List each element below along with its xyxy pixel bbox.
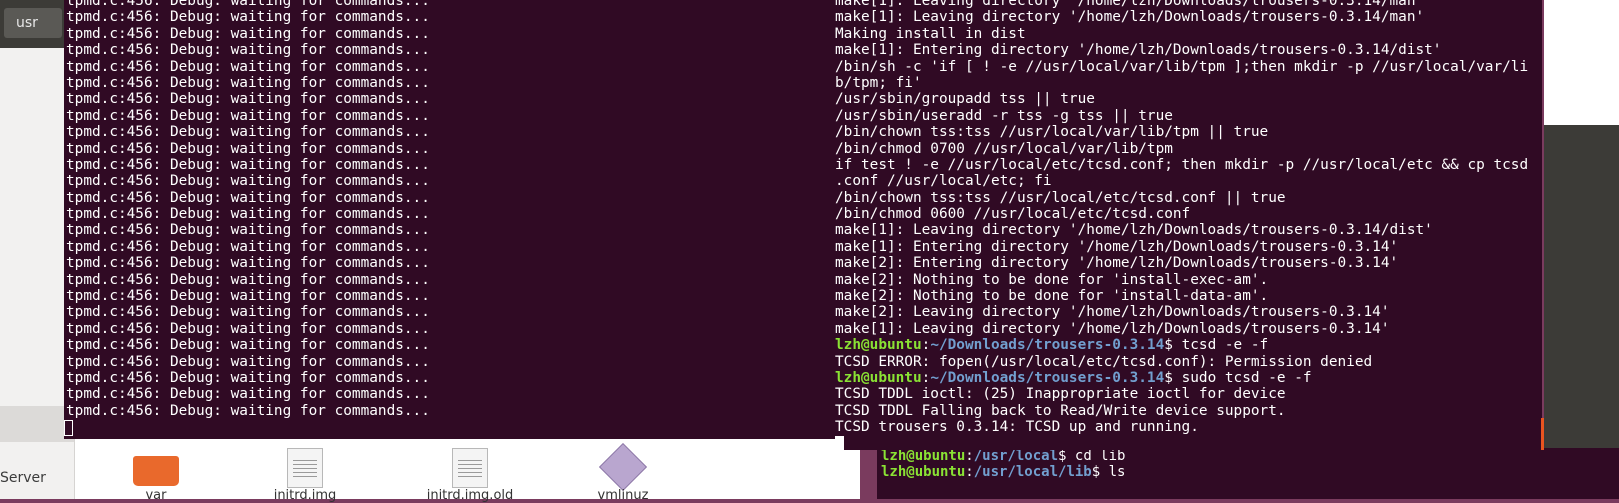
terminal-line: tpmd.c:456: Debug: waiting for commands.… (66, 402, 430, 419)
terminal-line: TCSD ERROR: fopen(/usr/local/etc/tcsd.co… (835, 353, 1373, 370)
terminal-line: tpmd.c:456: Debug: waiting for commands.… (66, 74, 430, 91)
terminal-line: tpmd.c:456: Debug: waiting for commands.… (66, 124, 430, 141)
terminal-line: tpmd.c:456: Debug: waiting for commands.… (66, 9, 430, 26)
command-text: $ ls (1091, 464, 1126, 480)
prompt-path: ~/Downloads/trousers-0.3.14 (930, 337, 1165, 354)
terminal-line: tpmd.c:456: Debug: waiting for commands.… (66, 238, 430, 255)
terminal-line: make[2]: Nothing to be done for 'install… (835, 288, 1269, 305)
terminal-line: make[1]: Leaving directory '/home/lzh/Do… (835, 222, 1433, 239)
file-label-initrd: initrd.img (273, 488, 337, 503)
terminal-line: tpmd.c:456: Debug: waiting for commands.… (66, 337, 430, 354)
prompt-user: lzh@ubuntu (835, 337, 922, 354)
terminal-line: tpmd.c:456: Debug: waiting for commands.… (66, 288, 430, 305)
terminal-line: tpmd.c:456: Debug: waiting for commands.… (66, 304, 430, 321)
terminal-line: lzh@ubuntu:/usr/local/lib$ ls (881, 464, 1126, 480)
prompt-path: ~/Downloads/trousers-0.3.14 (930, 369, 1165, 386)
terminal-line: tpmd.c:456: Debug: waiting for commands.… (66, 58, 430, 75)
terminal-line: make[2]: Nothing to be done for 'install… (835, 271, 1269, 288)
terminal-prompt-line: lzh@ubuntu:~/Downloads/trousers-0.3.14$ … (835, 337, 1269, 354)
terminal-line: if test ! -e //usr/local/etc/tcsd.conf; … (835, 156, 1529, 173)
terminal-line: tpmd.c:456: Debug: waiting for commands.… (66, 386, 430, 403)
terminal-line: /usr/sbin/useradd -r tss -g tss || true (835, 107, 1173, 124)
terminal-line: .conf //usr/local/etc; fi (835, 173, 1052, 190)
terminal-line: tpmd.c:456: Debug: waiting for commands.… (66, 25, 430, 42)
document-icon[interactable] (440, 448, 500, 488)
prompt-user: lzh@ubuntu (881, 464, 966, 480)
terminal-line: make[1]: Leaving directory '/home/lzh/Do… (835, 9, 1425, 26)
terminal-input-line[interactable] (835, 435, 1542, 450)
terminal-line: /bin/chmod 0700 //usr/local/var/lib/tpm (835, 140, 1173, 157)
terminal-prompt-line: lzh@ubuntu:~/Downloads/trousers-0.3.14$ … (835, 369, 1312, 386)
kernel-icon[interactable] (593, 442, 653, 492)
sidebar-selection (0, 406, 74, 442)
terminal-line: make[2]: Leaving directory '/home/lzh/Do… (835, 304, 1390, 321)
terminal-line: Making install in dist (835, 25, 1026, 42)
terminal-line: tpmd.c:456: Debug: waiting for commands.… (66, 271, 430, 288)
terminal-line: tpmd.c:456: Debug: waiting for commands.… (66, 353, 430, 370)
terminal-line: /bin/chown tss:tss //usr/local/var/lib/t… (835, 124, 1269, 141)
terminal-line: b/tpm; fi' (835, 74, 922, 91)
back-terminal[interactable]: lzh@ubuntu:/usr/local$ cd lib lzh@ubuntu… (877, 448, 1619, 499)
prompt-user: lzh@ubuntu (835, 369, 922, 386)
terminal-line: make[1]: Leaving directory '/home/lzh/Do… (835, 320, 1390, 337)
file-label-vmlinuz: vmlinuz (597, 488, 649, 503)
command-text: $ sudo tcsd -e -f (1164, 369, 1312, 386)
left-terminal[interactable]: tpmd.c:456: Debug: waiting for commands.… (64, 0, 836, 439)
terminal-line: lzh@ubuntu:/usr/local$ cd lib (881, 448, 1126, 464)
terminal-line: tpmd.c:456: Debug: waiting for commands.… (66, 0, 430, 9)
terminal-line: TCSD TDDL Falling back to Read/Write dev… (835, 402, 1286, 419)
file-label-initrd-old: initrd.img.old (426, 488, 514, 503)
terminal-line: make[1]: Entering directory '/home/lzh/D… (835, 42, 1442, 59)
prompt-user: lzh@ubuntu (881, 448, 966, 464)
terminal-line: tpmd.c:456: Debug: waiting for commands.… (66, 173, 430, 190)
terminal-line: tpmd.c:456: Debug: waiting for commands.… (66, 189, 430, 206)
terminal-line: tpmd.c:456: Debug: waiting for commands.… (66, 369, 430, 386)
sidebar-item-server[interactable]: Server (0, 470, 46, 486)
terminal-scroll-indicator (1541, 418, 1544, 450)
terminal-line: make[1]: Entering directory '/home/lzh/D… (835, 238, 1399, 255)
terminal-cursor (64, 420, 73, 436)
background-window-edge (1544, 0, 1619, 125)
file-label-var: var (145, 488, 167, 503)
terminal-line: tpmd.c:456: Debug: waiting for commands.… (66, 320, 430, 337)
document-icon[interactable] (275, 448, 335, 488)
terminal-output: make[1]: Leaving directory '/home/lzh/Do… (835, 0, 1542, 337)
prompt-path: /usr/local (973, 448, 1059, 464)
terminal-output: tpmd.c:456: Debug: waiting for commands.… (66, 0, 836, 419)
terminal-cursor (835, 435, 844, 450)
terminal-line: make[1]: Leaving directory '/home/lzh/Do… (835, 0, 1425, 9)
terminal-line: tpmd.c:456: Debug: waiting for commands.… (66, 140, 430, 157)
terminal-line: /bin/sh -c 'if [ ! -e //usr/local/var/li… (835, 58, 1529, 75)
terminal-line: tpmd.c:456: Debug: waiting for commands.… (66, 42, 430, 59)
right-terminal[interactable]: make[1]: Leaving directory '/home/lzh/Do… (835, 0, 1542, 450)
terminal-line: tpmd.c:456: Debug: waiting for commands.… (66, 156, 430, 173)
terminal-line: tpmd.c:456: Debug: waiting for commands.… (66, 222, 430, 239)
terminal-output: TCSD TDDL ioctl: (25) Inappropriate ioct… (835, 386, 1542, 435)
terminal-line: tpmd.c:456: Debug: waiting for commands.… (66, 91, 430, 108)
terminal-line: make[2]: Entering directory '/home/lzh/D… (835, 255, 1399, 272)
folder-icon[interactable] (126, 448, 186, 488)
command-text: $ tcsd -e -f (1164, 337, 1269, 354)
terminal-line: /bin/chmod 0600 //usr/local/etc/tcsd.con… (835, 206, 1191, 223)
terminal-line: TCSD TDDL ioctl: (25) Inappropriate ioct… (835, 386, 1286, 403)
terminal-line: tpmd.c:456: Debug: waiting for commands.… (66, 206, 430, 223)
prompt-path: /usr/local/lib (973, 464, 1092, 480)
terminal-line: /usr/sbin/groupadd tss || true (835, 91, 1095, 108)
command-text: $ cd lib (1058, 448, 1126, 464)
terminal-line: TCSD trousers 0.3.14: TCSD up and runnin… (835, 419, 1199, 436)
breadcrumb-usr[interactable]: usr (4, 8, 62, 38)
terminal-line: /bin/chown tss:tss //usr/local/etc/tcsd.… (835, 189, 1286, 206)
terminal-line: tpmd.c:456: Debug: waiting for commands.… (66, 107, 430, 124)
terminal-line: tpmd.c:456: Debug: waiting for commands.… (66, 255, 430, 272)
background-window-edge-dark (1544, 125, 1619, 455)
